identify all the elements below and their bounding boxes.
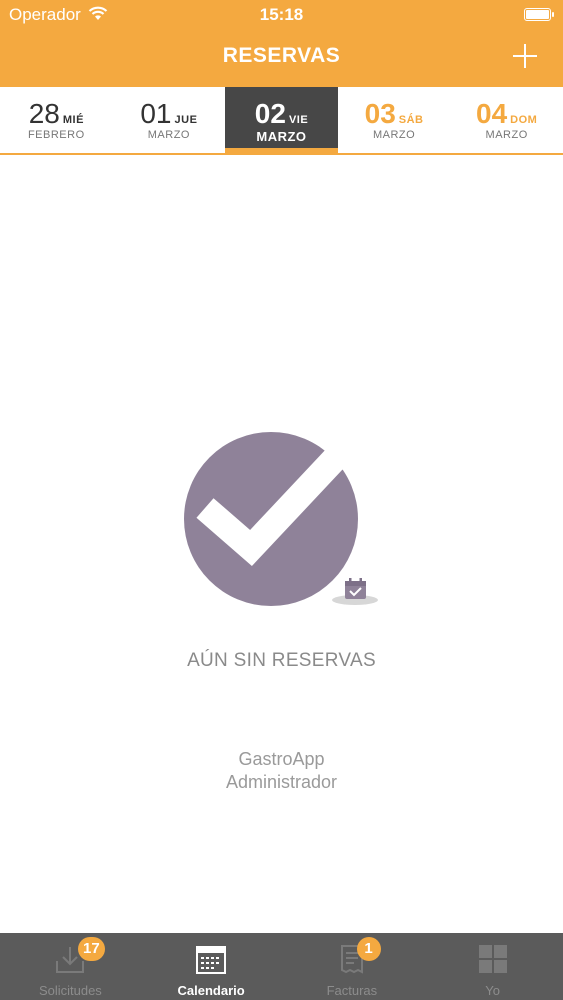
tab-bar: 17 Solicitudes Calendario 1 Facturas Yo (0, 933, 563, 1000)
date-month: MARZO (256, 129, 307, 144)
empty-state-message: AÚN SIN RESERVAS (187, 650, 376, 671)
tab-calendario[interactable]: Calendario (141, 933, 282, 1000)
checkmark-circle-icon (184, 432, 378, 606)
date-weekday: VIE (288, 114, 309, 126)
grid-icon (478, 945, 507, 973)
tab-label: Facturas (326, 983, 378, 998)
notification-badge: 1 (356, 937, 381, 961)
tab-facturas[interactable]: 1 Facturas (282, 933, 423, 1000)
date-month: FEBRERO (27, 129, 85, 141)
date-item[interactable]: 01 JUE MARZO (113, 87, 226, 153)
date-day: 04 (476, 98, 508, 129)
date-day: 28 (28, 98, 60, 129)
calendar-check-icon (345, 578, 366, 599)
tab-label: Calendario (177, 983, 245, 998)
user-role: Administrador (225, 772, 338, 792)
header: Operador 15:18 RESERVAS (0, 0, 563, 87)
date-month: MARZO (147, 129, 190, 141)
date-month: MARZO (485, 129, 528, 141)
page-title: RESERVAS (222, 44, 341, 67)
calendar-icon (196, 946, 227, 974)
date-weekday: JUE (174, 114, 198, 126)
date-month: MARZO (372, 129, 416, 141)
tab-solicitudes[interactable]: 17 Solicitudes (0, 933, 141, 1000)
tab-yo[interactable]: Yo (422, 933, 563, 1000)
battery-icon (524, 8, 554, 21)
notification-badge: 17 (78, 937, 105, 961)
tab-label: Yo (485, 983, 500, 998)
date-weekday: MIÉ (62, 114, 84, 126)
app-name: GastroApp (238, 749, 325, 769)
date-item[interactable]: 04 DOM MARZO (450, 87, 563, 153)
clock: 15:18 (259, 5, 304, 24)
date-item[interactable]: 02 VIE MARZO (225, 87, 338, 153)
tab-label: Solicitudes (38, 983, 102, 998)
date-day: 02 (254, 98, 286, 129)
add-reservation-button[interactable] (511, 42, 539, 70)
date-day: 01 (140, 98, 172, 129)
date-weekday: SÁB (398, 114, 424, 126)
date-day: 03 (364, 98, 396, 129)
status-bar: Operador 15:18 (0, 0, 563, 30)
date-item[interactable]: 03 SÁB MARZO (338, 87, 451, 153)
date-item[interactable]: 28 MIÉ FEBRERO (0, 87, 113, 153)
date-selector: 28 MIÉ FEBRERO 01 JUE MARZO 02 VIE MARZO 03… (0, 87, 563, 155)
date-weekday: DOM (510, 114, 538, 126)
